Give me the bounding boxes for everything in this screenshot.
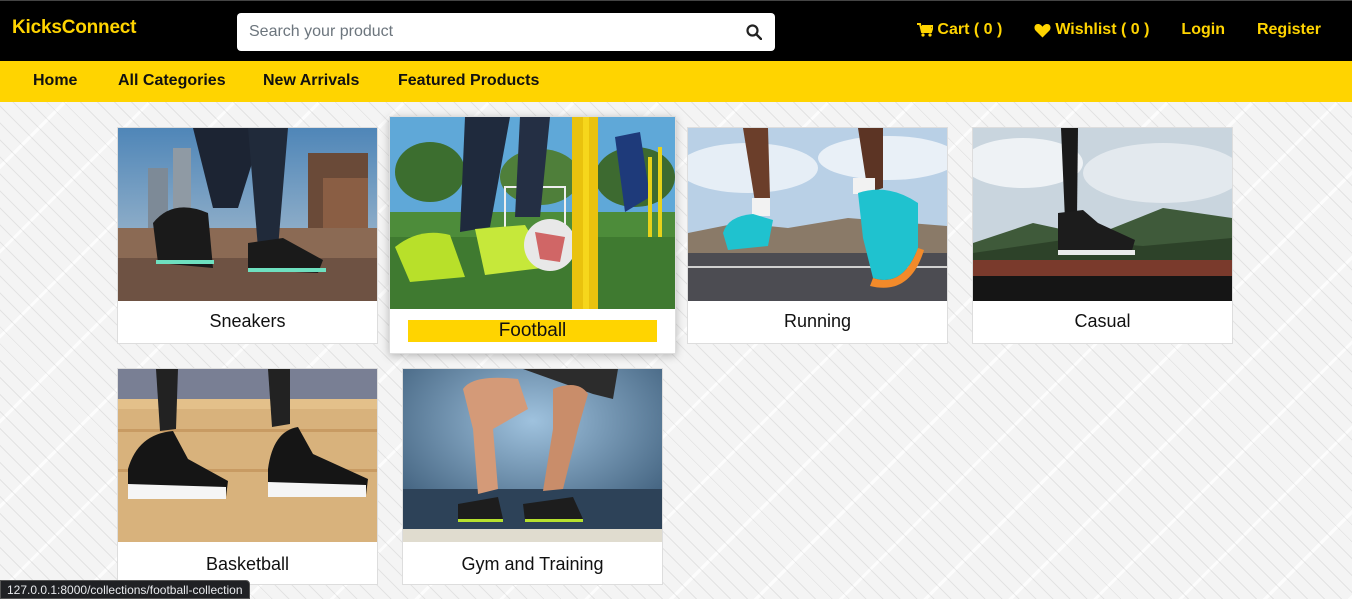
category-card-casual[interactable]: Casual: [972, 127, 1233, 344]
nav-home[interactable]: Home: [33, 72, 77, 90]
nav-bar: Home All Categories New Arrivals Feature…: [0, 61, 1352, 102]
nav-all-categories[interactable]: All Categories: [118, 72, 226, 90]
gym-image: [403, 369, 662, 542]
heart-icon: [1034, 23, 1051, 37]
nav-new-arrivals[interactable]: New Arrivals: [263, 72, 359, 90]
category-card-football[interactable]: Football: [389, 116, 676, 354]
cart-icon: [917, 23, 934, 37]
category-card-gym-and-training[interactable]: Gym and Training: [402, 368, 663, 585]
category-label: Gym and Training: [461, 554, 604, 574]
link-status-bar: 127.0.0.1:8000/collections/football-coll…: [0, 580, 250, 599]
casual-image: [973, 128, 1232, 301]
cart-label: Cart ( 0 ): [937, 21, 1003, 38]
cart-link[interactable]: Cart ( 0 ): [917, 21, 1002, 39]
top-links: Cart ( 0 ) Wishlist ( 0 ) Login Register: [885, 21, 1321, 39]
category-label: Sneakers: [209, 311, 286, 331]
category-card-running[interactable]: Running: [687, 127, 948, 344]
wishlist-link[interactable]: Wishlist ( 0 ): [1034, 21, 1149, 39]
category-label: Running: [783, 311, 852, 331]
top-bar: KicksConnect Cart ( 0 ) Wishlist ( 0 ): [0, 0, 1352, 61]
basketball-image: [118, 369, 377, 542]
search-icon: [746, 24, 762, 40]
login-link[interactable]: Login: [1181, 21, 1225, 39]
category-label: Basketball: [205, 554, 290, 574]
category-card-basketball[interactable]: Basketball: [117, 368, 378, 585]
search-form: [237, 13, 775, 51]
wishlist-label: Wishlist ( 0 ): [1055, 21, 1150, 38]
category-label: Casual: [1074, 311, 1131, 331]
football-image: [390, 117, 675, 309]
search-button[interactable]: [733, 13, 775, 51]
brand-logo[interactable]: KicksConnect: [12, 17, 137, 39]
register-link[interactable]: Register: [1257, 21, 1321, 39]
category-card-sneakers[interactable]: Sneakers: [117, 127, 378, 344]
running-image: [688, 128, 947, 301]
category-label: Football: [498, 320, 567, 341]
nav-featured-products[interactable]: Featured Products: [398, 72, 539, 90]
sneakers-image: [118, 128, 377, 301]
search-input[interactable]: [237, 13, 727, 51]
